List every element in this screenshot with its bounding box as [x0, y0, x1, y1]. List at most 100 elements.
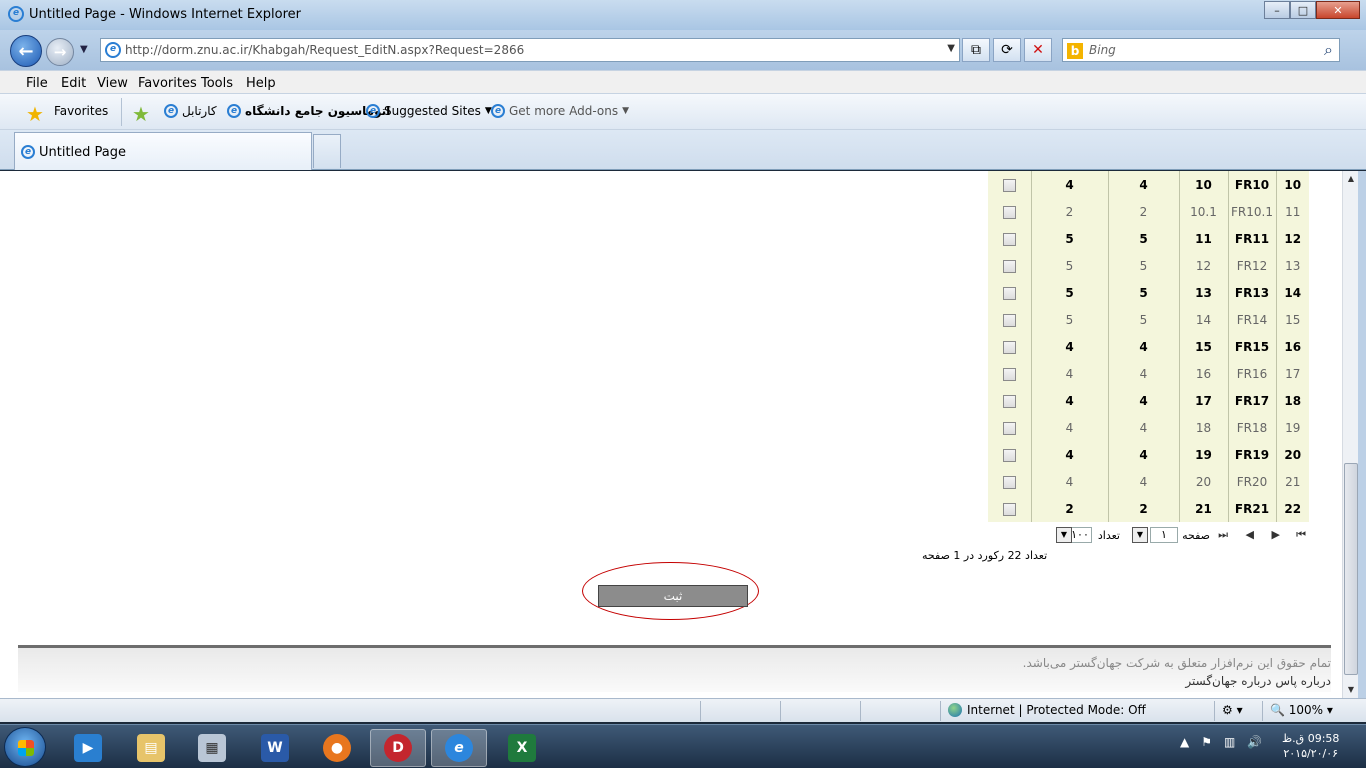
row-checkbox[interactable]: [1002, 502, 1016, 516]
prev-page-icon[interactable]: ▶: [1272, 528, 1280, 541]
row-checkbox[interactable]: [1002, 313, 1016, 327]
ie-page-icon: e: [366, 104, 380, 118]
capacity-cell: 2: [1107, 495, 1179, 522]
status-bar: Internet | Protected Mode: Off ⚙ ▾ 🔍 100…: [0, 698, 1366, 722]
available-cell: 4: [1030, 441, 1108, 468]
page-dropdown-icon[interactable]: ▼: [1132, 527, 1148, 543]
start-button[interactable]: [4, 727, 46, 767]
last-page-icon[interactable]: ⏭: [1218, 528, 1228, 542]
address-dropdown-icon[interactable]: ▼: [947, 43, 955, 54]
menu-view[interactable]: View: [97, 76, 128, 91]
row-checkbox[interactable]: [1002, 394, 1016, 408]
row-id-cell: 16: [1275, 333, 1309, 360]
address-bar[interactable]: e http://dorm.znu.ac.ir/Khabgah/Request_…: [100, 38, 960, 62]
protected-mode-icon[interactable]: ⚙ ▾: [1222, 703, 1243, 717]
room-number-cell: 19: [1178, 441, 1228, 468]
room-number-cell: 20: [1178, 468, 1228, 495]
new-tab-button[interactable]: [313, 134, 341, 168]
footer-links[interactable]: درباره پاس درباره جهان‌گستر: [1185, 674, 1331, 688]
row-checkbox[interactable]: [1002, 475, 1016, 489]
clock-date: ۲۰۱۵/۲۰/۰۶: [1283, 747, 1339, 760]
favorites-button[interactable]: Favorites: [54, 104, 108, 118]
scroll-up-icon[interactable]: ▲: [1343, 171, 1359, 187]
search-box[interactable]: b Bing ⌕: [1062, 38, 1340, 62]
row-checkbox[interactable]: [1002, 448, 1016, 462]
volume-tray-icon[interactable]: 🔊: [1247, 735, 1262, 749]
add-to-favorites-icon[interactable]: ★: [132, 102, 150, 126]
status-divider: [860, 701, 861, 721]
forward-button[interactable]: →: [46, 38, 74, 66]
row-checkbox[interactable]: [1002, 421, 1016, 435]
search-placeholder[interactable]: Bing: [1089, 43, 1116, 57]
taskbar-media-player[interactable]: ▶: [60, 729, 116, 767]
menu-help[interactable]: Help: [246, 76, 276, 91]
status-divider: [700, 701, 701, 721]
row-checkbox[interactable]: [1002, 232, 1016, 246]
compatibility-view-button[interactable]: ⧉: [962, 38, 990, 62]
table-row: 20 FR19 19 4 4: [988, 441, 1309, 468]
taskbar-word[interactable]: W: [247, 729, 303, 767]
row-checkbox[interactable]: [1002, 286, 1016, 300]
count-label: تعداد: [1097, 529, 1120, 542]
menu-favorites[interactable]: Favorites: [138, 76, 197, 91]
row-checkbox[interactable]: [1002, 178, 1016, 192]
network-tray-icon[interactable]: ▥: [1224, 735, 1235, 749]
close-button[interactable]: ✕: [1316, 1, 1360, 19]
select-cell: [988, 360, 1031, 387]
menu-tools[interactable]: Tools: [201, 76, 233, 91]
clock[interactable]: 09:58 ق.ظ ۲۰۱۵/۲۰/۰۶: [1282, 731, 1339, 761]
search-icon[interactable]: ⌕: [1324, 40, 1333, 60]
taskbar-explorer[interactable]: ▤: [123, 729, 179, 767]
taskbar-calculator[interactable]: ▦: [184, 729, 240, 767]
flag-tray-icon[interactable]: ⚑: [1201, 735, 1212, 749]
submit-button[interactable]: ثبت: [598, 585, 748, 607]
taskbar-firefox[interactable]: ●: [309, 729, 365, 767]
row-checkbox[interactable]: [1002, 205, 1016, 219]
select-cell: [988, 279, 1031, 306]
vertical-scrollbar[interactable]: ▲ ▼: [1342, 171, 1358, 698]
fav-item-addons[interactable]: e Get more Add-ons ▼: [491, 104, 629, 118]
tray-expand-icon[interactable]: ▲: [1180, 735, 1189, 749]
capacity-cell: 5: [1107, 279, 1179, 306]
favorites-star-icon[interactable]: ★: [26, 102, 44, 126]
room-code-cell: FR21: [1227, 495, 1276, 522]
room-number-cell: 18: [1178, 414, 1228, 441]
stop-button[interactable]: ✕: [1024, 38, 1052, 62]
row-checkbox[interactable]: [1002, 340, 1016, 354]
security-zone[interactable]: Internet | Protected Mode: Off: [948, 703, 1146, 717]
fav-item-kartabl[interactable]: e کارتابل: [164, 104, 217, 118]
scroll-down-icon[interactable]: ▼: [1343, 682, 1359, 698]
scroll-thumb[interactable]: [1344, 463, 1358, 675]
minimize-button[interactable]: –: [1264, 1, 1290, 19]
recent-pages-dropdown-icon[interactable]: ▼: [80, 44, 88, 55]
menu-edit[interactable]: Edit: [61, 76, 86, 91]
maximize-button[interactable]: □: [1290, 1, 1316, 19]
row-id-cell: 11: [1275, 198, 1309, 225]
room-number-cell: 15: [1178, 333, 1228, 360]
back-button[interactable]: ←: [10, 35, 42, 67]
room-code-cell: FR11: [1227, 225, 1276, 252]
available-cell: 2: [1030, 495, 1108, 522]
app-d-icon: D: [384, 734, 412, 762]
address-url[interactable]: http://dorm.znu.ac.ir/Khabgah/Request_Ed…: [125, 43, 524, 57]
available-cell: 4: [1030, 333, 1108, 360]
page-number-input[interactable]: ۱: [1150, 527, 1178, 543]
select-cell: [988, 414, 1031, 441]
refresh-button[interactable]: ⟳: [993, 38, 1021, 62]
next-page-icon[interactable]: ◀: [1246, 528, 1254, 541]
row-checkbox[interactable]: [1002, 367, 1016, 381]
taskbar-app-d[interactable]: D: [370, 729, 426, 767]
tab-untitled-page[interactable]: e Untitled Page: [14, 132, 312, 170]
row-checkbox[interactable]: [1002, 259, 1016, 273]
taskbar-ie[interactable]: e: [431, 729, 487, 767]
menu-bar: File Edit View Favorites Tools Help: [0, 70, 1366, 94]
zoom-level[interactable]: 🔍 100% ▾: [1270, 703, 1333, 717]
first-page-icon[interactable]: ⏮: [1296, 528, 1306, 542]
taskbar-excel[interactable]: X: [494, 729, 550, 767]
menu-file[interactable]: File: [26, 76, 48, 91]
room-number-cell: 21: [1178, 495, 1228, 522]
page-size-dropdown-icon[interactable]: ▼: [1056, 527, 1072, 543]
window-border: [1358, 171, 1366, 698]
fav-item-suggested-sites[interactable]: e Suggested Sites ▼: [366, 104, 492, 118]
pager: ⏮ ▶ ◀ ⏭ صفحه ۱ ▼ تعداد ۱۰۰ ▼: [1050, 525, 1310, 547]
